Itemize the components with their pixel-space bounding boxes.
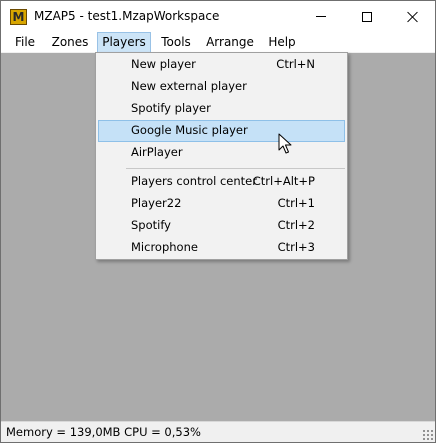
menu-zones[interactable]: Zones xyxy=(46,32,94,53)
pointer-cursor-icon xyxy=(278,133,292,154)
menu-item-shortcut: Ctrl+3 xyxy=(277,240,315,254)
menu-item-players-control-center[interactable]: Players control center Ctrl+Alt+P xyxy=(98,171,345,193)
menu-item-shortcut: Ctrl+N xyxy=(276,57,315,71)
status-bar: Memory = 139,0MB CPU = 0,53% xyxy=(1,421,435,442)
menu-item-new-external-player[interactable]: New external player xyxy=(98,76,345,98)
menu-item-label: Spotify player xyxy=(131,101,211,115)
minimize-icon xyxy=(316,16,326,17)
menu-item-label: Players control center xyxy=(131,174,257,188)
menu-item-label: Microphone xyxy=(131,240,198,254)
menu-item-spotify[interactable]: Spotify Ctrl+2 xyxy=(98,215,345,237)
app-icon-letter: M xyxy=(12,10,25,24)
menu-item-shortcut: Ctrl+Alt+P xyxy=(252,174,315,188)
window-title: MZAP5 - test1.MzapWorkspace xyxy=(34,9,220,23)
menu-item-player22[interactable]: Player22 Ctrl+1 xyxy=(98,193,345,215)
menu-item-google-music-player[interactable]: Google Music player xyxy=(98,120,345,142)
maximize-button[interactable] xyxy=(344,1,390,32)
close-icon xyxy=(407,11,419,23)
close-button[interactable] xyxy=(390,1,436,32)
menu-item-shortcut: Ctrl+1 xyxy=(277,196,315,210)
menu-item-new-player[interactable]: New player Ctrl+N xyxy=(98,54,345,76)
menu-item-spotify-player[interactable]: Spotify player xyxy=(98,98,345,120)
menu-help[interactable]: Help xyxy=(263,32,301,53)
menu-bar: File Zones Players Tools Arrange Help xyxy=(1,32,435,53)
status-memory-cpu: Memory = 139,0MB CPU = 0,53% xyxy=(6,425,201,439)
title-bar[interactable]: M MZAP5 - test1.MzapWorkspace xyxy=(1,1,435,32)
mzap-app-icon[interactable]: M xyxy=(10,9,27,25)
menu-separator xyxy=(126,168,345,169)
players-dropdown-menu: New player Ctrl+N New external player Sp… xyxy=(95,52,348,260)
resize-grip[interactable] xyxy=(422,429,433,440)
menu-item-shortcut: Ctrl+2 xyxy=(277,218,315,232)
menu-item-microphone[interactable]: Microphone Ctrl+3 xyxy=(98,237,345,259)
maximize-icon xyxy=(362,11,372,22)
menu-item-label: Spotify xyxy=(131,218,171,232)
menu-item-label: AirPlayer xyxy=(131,145,183,159)
minimize-button[interactable] xyxy=(298,1,344,32)
menu-tools[interactable]: Tools xyxy=(155,32,197,53)
menu-item-label: Google Music player xyxy=(131,123,248,137)
menu-item-airplayer[interactable]: AirPlayer xyxy=(98,142,345,164)
menu-file[interactable]: File xyxy=(8,32,42,53)
menu-item-label: New external player xyxy=(131,79,247,93)
menu-arrange[interactable]: Arrange xyxy=(202,32,258,53)
menu-item-label: New player xyxy=(131,57,196,71)
menu-players[interactable]: Players xyxy=(97,32,151,53)
menu-item-label: Player22 xyxy=(131,196,182,210)
